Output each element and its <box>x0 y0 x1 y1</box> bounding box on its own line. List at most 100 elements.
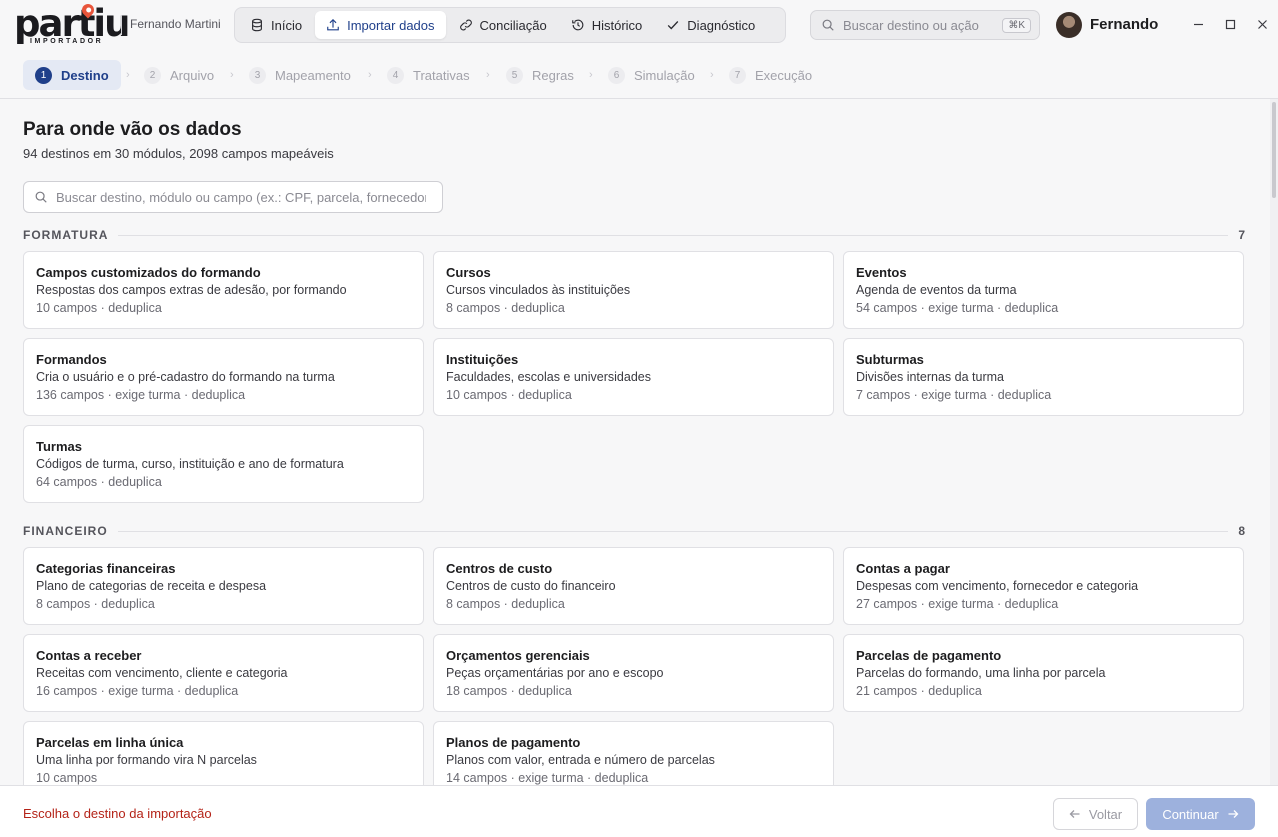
link-icon <box>459 19 472 31</box>
destination-card[interactable]: Contas a pagar Despesas com vencimento, … <box>843 547 1244 625</box>
step-arquivo[interactable]: 2 Arquivo <box>132 60 226 90</box>
continue-label: Continuar <box>1162 806 1219 822</box>
step-mapeamento[interactable]: 3 Mapeamento <box>237 60 363 90</box>
upload-icon <box>327 18 339 31</box>
destination-card[interactable]: Planos de pagamento Planos com valor, en… <box>433 721 834 785</box>
scrollbar-track[interactable] <box>1270 99 1278 785</box>
nav-conciliacao[interactable]: Conciliação <box>448 11 558 39</box>
step-destino[interactable]: 1 Destino <box>23 60 121 90</box>
card-title: Eventos <box>856 265 907 280</box>
card-meta: 8 campos · deduplica <box>446 597 565 611</box>
database-icon <box>252 18 262 32</box>
card-meta: 18 campos · deduplica <box>446 684 572 698</box>
nav-label: Conciliação <box>479 17 547 33</box>
back-button[interactable]: Voltar <box>1053 798 1138 830</box>
history-icon <box>571 19 584 31</box>
step-number: 2 <box>144 66 161 84</box>
main-content: Para onde vão os dados 94 destinos em 30… <box>0 99 1270 785</box>
step-label: Simulação <box>634 67 695 83</box>
page-title: Para onde vão os dados <box>23 119 242 140</box>
destination-card[interactable]: Formandos Cria o usuário e o pré-cadastr… <box>23 338 424 416</box>
arrow-right-icon <box>1228 810 1239 818</box>
top-bar: partiu IMPORTADOR Fernando Martini Iníci… <box>0 0 1278 50</box>
card-meta: 14 campos · exige turma · deduplica <box>446 771 649 785</box>
destination-card[interactable]: Parcelas de pagamento Parcelas do forman… <box>843 634 1244 712</box>
card-description: Receitas com vencimento, cliente e categ… <box>36 666 288 680</box>
command-search[interactable]: Buscar destino ou ação ⌘K <box>810 10 1040 40</box>
user-menu-name[interactable]: Fernando <box>1090 16 1158 33</box>
step-number: 6 <box>608 66 625 84</box>
destination-card[interactable]: Parcelas em linha única Uma linha por fo… <box>23 721 424 785</box>
step-label: Tratativas <box>413 67 470 83</box>
step-separator-icon: › <box>486 69 490 81</box>
nav-diagnostico[interactable]: Diagnóstico <box>655 11 766 39</box>
step-regras[interactable]: 5 Regras <box>494 60 586 90</box>
card-title: Campos customizados do formando <box>36 265 261 280</box>
destination-card[interactable]: Orçamentos gerenciais Peças orçamentária… <box>433 634 834 712</box>
destination-search[interactable] <box>23 181 443 213</box>
wizard-stepper: 1 Destino › 2 Arquivo › 3 Mapeamento › 4… <box>0 50 1278 99</box>
destination-card[interactable]: Campos customizados do formando Resposta… <box>23 251 424 329</box>
section-count: 8 <box>1238 524 1245 538</box>
card-description: Cursos vinculados às instituições <box>446 283 631 297</box>
section-count: 7 <box>1238 228 1245 242</box>
minimize-icon <box>1193 23 1203 25</box>
step-label: Mapeamento <box>275 67 351 83</box>
app-logo[interactable]: partiu IMPORTADOR <box>14 1 130 48</box>
card-meta: 10 campos <box>36 771 98 785</box>
card-description: Centros de custo do financeiro <box>446 579 616 593</box>
user-full-name: Fernando Martini <box>130 17 221 31</box>
check-icon <box>668 21 679 30</box>
step-tratativas[interactable]: 4 Tratativas <box>375 60 482 90</box>
search-icon <box>35 191 47 203</box>
card-description: Parcelas do formando, uma linha por parc… <box>856 666 1106 680</box>
step-execucao[interactable]: 7 Execução <box>717 60 824 90</box>
step-number: 5 <box>506 66 523 84</box>
wizard-footer: Escolha o destino da importação Voltar C… <box>0 785 1278 837</box>
destination-card[interactable]: Categorias financeiras Plano de categori… <box>23 547 424 625</box>
step-simulacao[interactable]: 6 Simulação <box>596 60 707 90</box>
card-title: Contas a pagar <box>856 561 950 576</box>
card-title: Categorias financeiras <box>36 561 176 576</box>
section-divider <box>118 234 1229 236</box>
maximize-button[interactable] <box>1220 14 1240 34</box>
main-nav: Início Importar dados Conciliação Histór… <box>234 7 786 43</box>
step-separator-icon: › <box>368 69 372 81</box>
destination-card[interactable]: Instituições Faculdades, escolas e unive… <box>433 338 834 416</box>
step-label: Regras <box>532 67 574 83</box>
card-meta: 54 campos · exige turma · deduplica <box>856 301 1059 315</box>
card-meta: 27 campos · exige turma · deduplica <box>856 597 1059 611</box>
close-button[interactable] <box>1252 14 1272 34</box>
step-number: 7 <box>729 66 746 84</box>
nav-importar-dados[interactable]: Importar dados <box>315 11 446 39</box>
back-label: Voltar <box>1088 806 1123 822</box>
scrollbar-thumb[interactable] <box>1272 102 1276 198</box>
card-title: Instituições <box>446 352 519 367</box>
card-description: Despesas com vencimento, fornecedor e ca… <box>856 579 1139 593</box>
avatar[interactable] <box>1056 12 1082 38</box>
destination-card[interactable]: Cursos Cursos vinculados às instituições… <box>433 251 834 329</box>
nav-inicio[interactable]: Início <box>239 11 313 39</box>
page-subtitle: 94 destinos em 30 módulos, 2098 campos m… <box>23 146 334 161</box>
destination-card[interactable]: Centros de custo Centros de custo do fin… <box>433 547 834 625</box>
destination-card[interactable]: Contas a receber Receitas com vencimento… <box>23 634 424 712</box>
card-description: Planos com valor, entrada e número de pa… <box>446 753 715 767</box>
close-icon <box>1257 19 1267 29</box>
card-meta: 136 campos · exige turma · deduplica <box>36 388 246 402</box>
card-title: Orçamentos gerenciais <box>446 648 590 663</box>
search-icon <box>822 19 834 31</box>
shortcut-hint: ⌘K <box>1002 17 1031 33</box>
destination-card[interactable]: Subturmas Divisões internas da turma 7 c… <box>843 338 1244 416</box>
destination-search-input[interactable] <box>56 189 426 205</box>
destination-card[interactable]: Eventos Agenda de eventos da turma 54 ca… <box>843 251 1244 329</box>
divider <box>121 15 122 35</box>
card-meta: 8 campos · deduplica <box>36 597 155 611</box>
destination-card[interactable]: Turmas Códigos de turma, curso, institui… <box>23 425 424 503</box>
nav-historico[interactable]: Histórico <box>560 11 654 39</box>
card-title: Parcelas em linha única <box>36 735 184 750</box>
section-label: FINANCEIRO <box>23 524 108 538</box>
minimize-button[interactable] <box>1188 14 1208 34</box>
card-title: Contas a receber <box>36 648 142 663</box>
card-description: Faculdades, escolas e universidades <box>446 370 651 384</box>
continue-button[interactable]: Continuar <box>1146 798 1255 830</box>
